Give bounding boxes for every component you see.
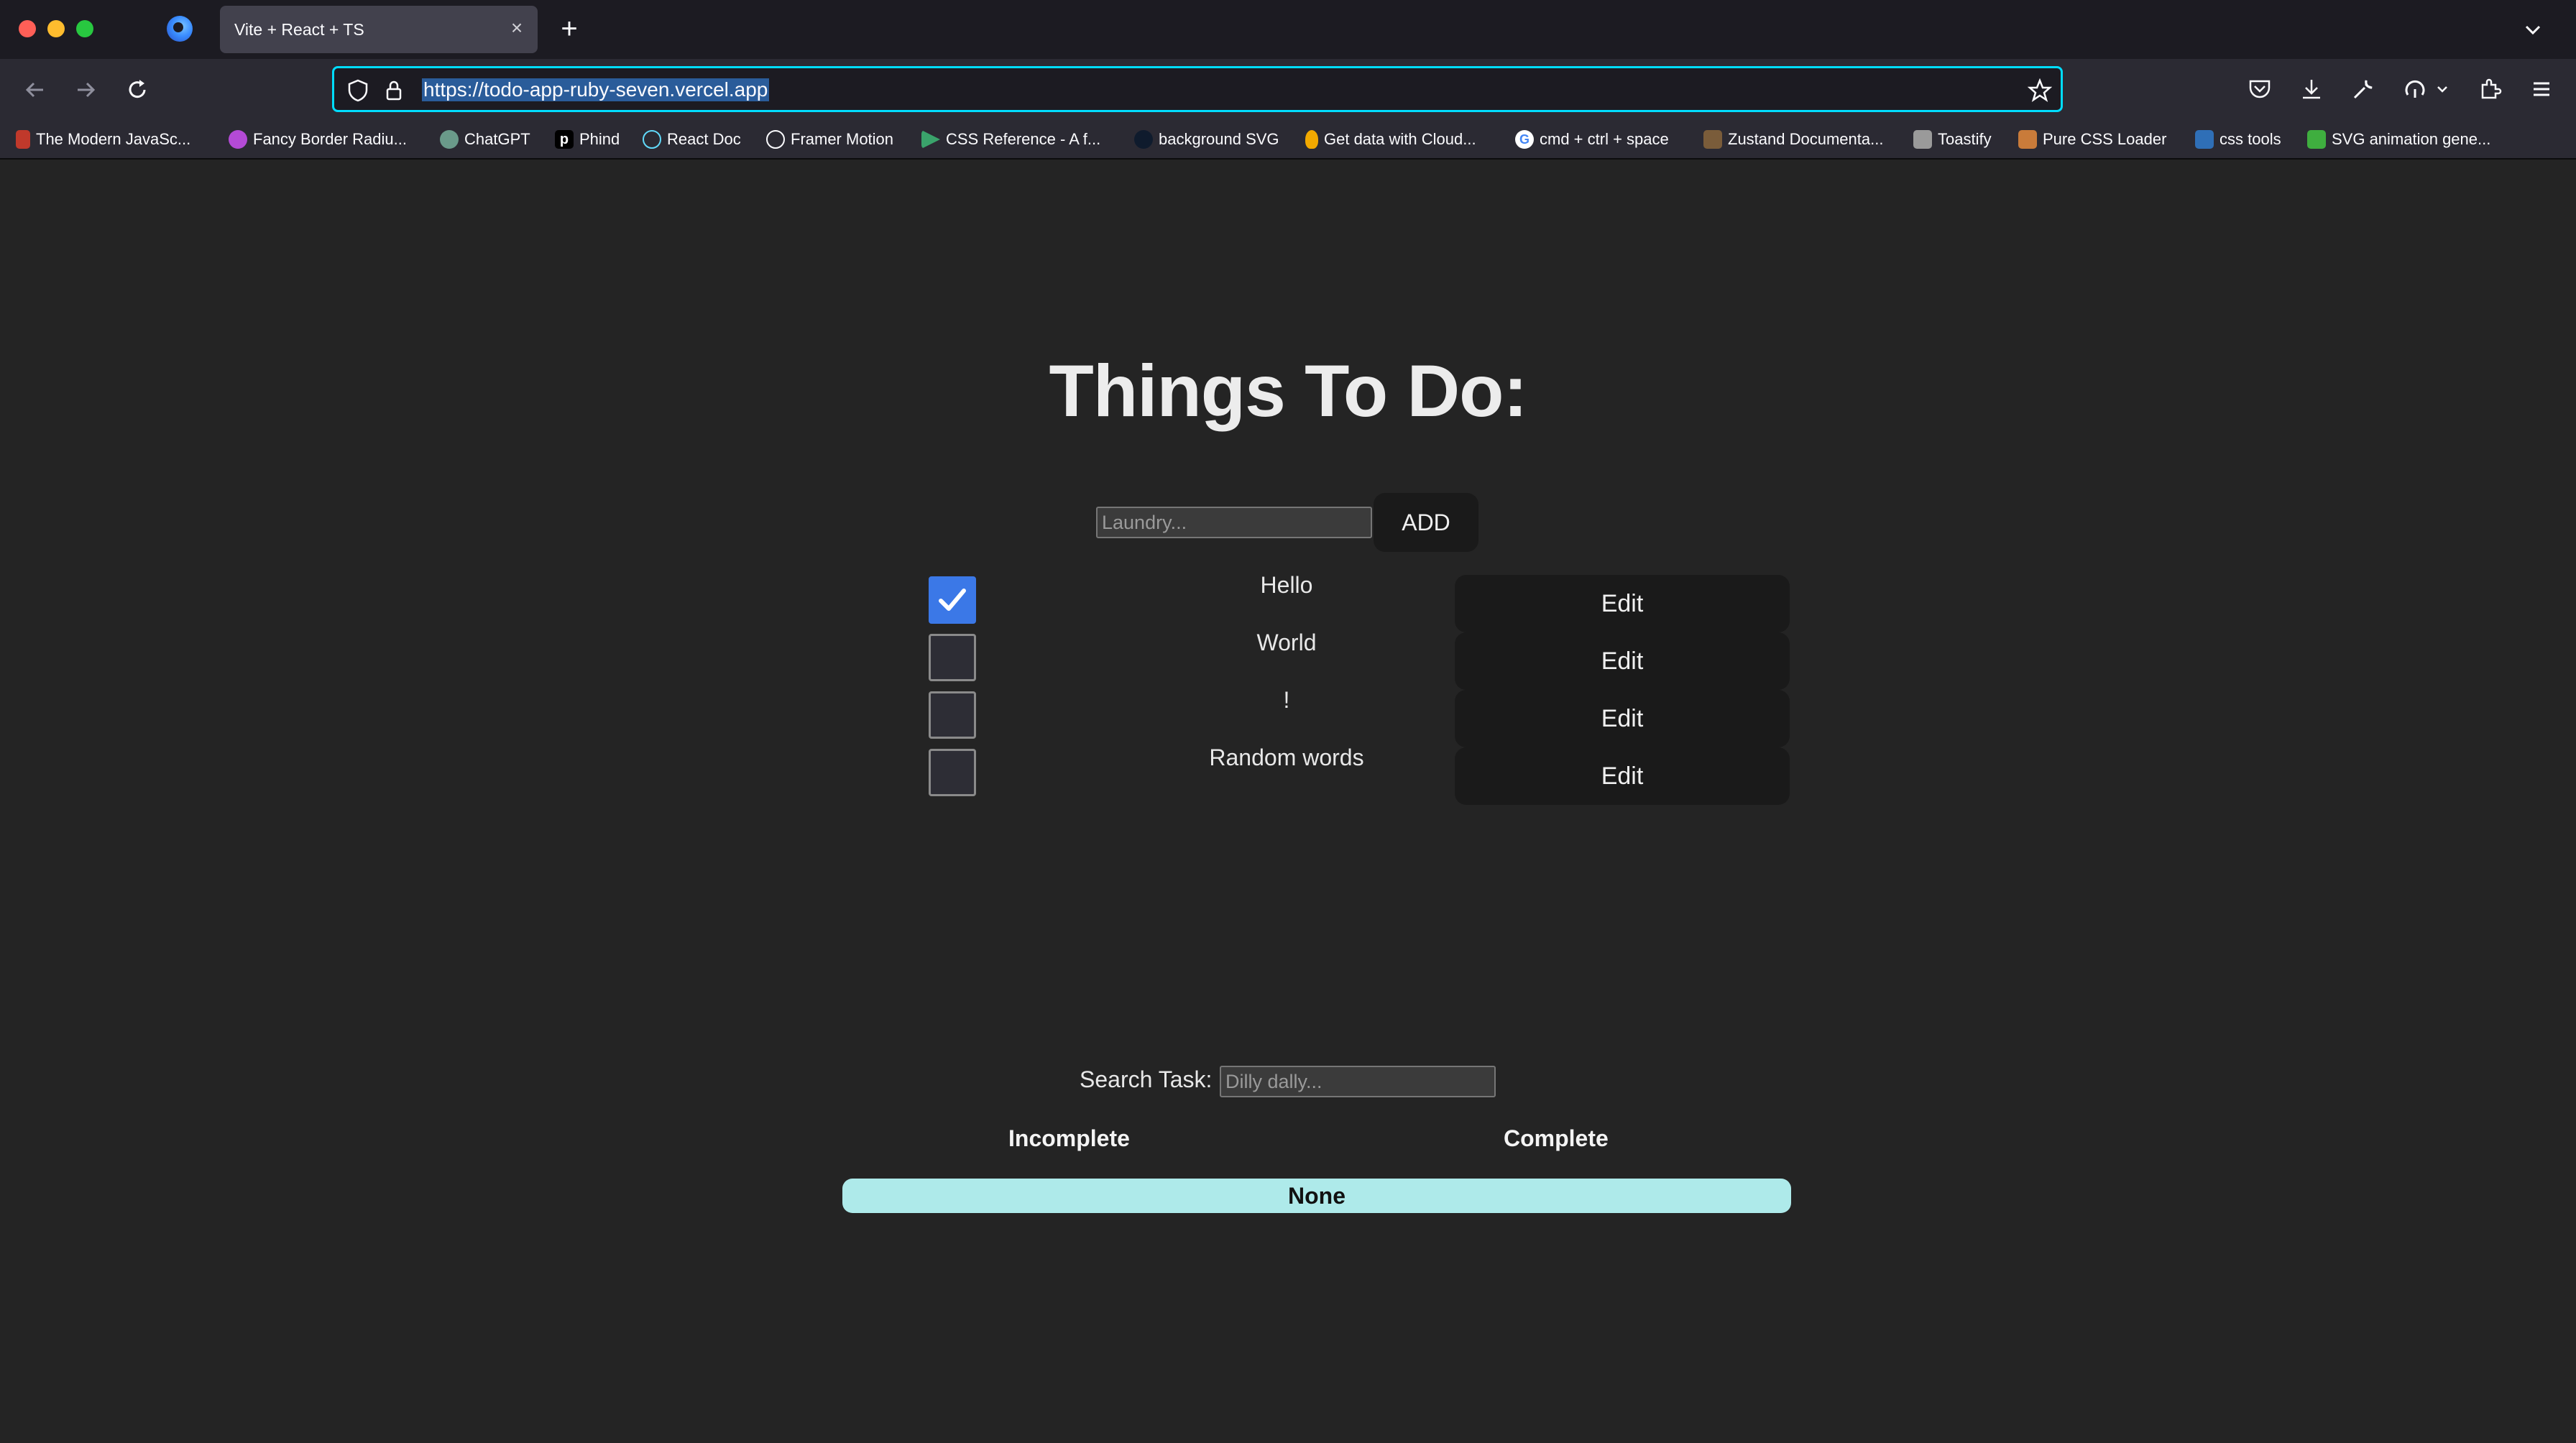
todo-checkbox[interactable] xyxy=(929,749,976,796)
zoom-window-button[interactable] xyxy=(76,20,93,37)
bookmark-label: CSS Reference - A f... xyxy=(946,130,1101,148)
bookmark-item[interactable]: Toastify xyxy=(1913,128,1992,151)
url-text[interactable]: https://todo-app-ruby-seven.vercel.app xyxy=(422,78,770,101)
bookmark-item[interactable]: p Phind xyxy=(555,128,620,151)
forward-arrow-icon[interactable] xyxy=(69,73,102,106)
search-task-input[interactable] xyxy=(1220,1066,1496,1097)
bookmark-item[interactable]: Zustand Documenta... xyxy=(1703,128,1883,151)
bookmark-label: background SVG xyxy=(1159,130,1279,148)
todo-item: Random words Edit xyxy=(0,744,2576,805)
bookmark-label: cmd + ctrl + space xyxy=(1540,130,1669,148)
bookmark-favicon-icon xyxy=(1913,130,1932,149)
react-atom-icon xyxy=(643,130,661,149)
edit-todo-button[interactable]: Edit xyxy=(1455,575,1790,632)
bookmark-label: Pure CSS Loader xyxy=(2043,130,2167,148)
bookmark-label: Phind xyxy=(579,130,620,148)
bookmark-star-icon[interactable] xyxy=(2027,78,2053,103)
bookmark-item[interactable]: ChatGPT xyxy=(440,128,530,151)
reload-icon[interactable] xyxy=(121,73,154,106)
sync-account-icon[interactable] xyxy=(2401,75,2429,103)
bookmark-favicon-icon xyxy=(229,130,247,149)
tab-title: Vite + React + TS xyxy=(234,20,364,39)
bookmark-favicon-icon xyxy=(16,130,30,149)
bookmark-favicon-icon xyxy=(921,130,940,149)
bookmark-label: The Modern JavaSc... xyxy=(36,130,191,148)
extensions-icon[interactable] xyxy=(2475,75,2504,103)
filter-complete[interactable]: Complete xyxy=(1504,1125,1609,1152)
browser-titlebar: Vite + React + TS × + xyxy=(0,0,2576,59)
minimize-window-button[interactable] xyxy=(47,20,65,37)
firefox-view-icon[interactable] xyxy=(167,16,193,42)
bookmark-label: Zustand Documenta... xyxy=(1728,130,1884,148)
url-bar[interactable]: https://todo-app-ruby-seven.vercel.app xyxy=(332,66,2063,112)
todo-text: Random words xyxy=(1209,744,1364,770)
chatgpt-icon xyxy=(440,130,459,149)
add-task-button[interactable]: ADD xyxy=(1374,493,1478,552)
bookmark-label: Toastify xyxy=(1938,130,1992,148)
filter-incomplete[interactable]: Incomplete xyxy=(1008,1125,1130,1152)
edit-todo-button[interactable]: Edit xyxy=(1455,747,1790,805)
todo-item: Hello Edit xyxy=(0,572,2576,632)
search-label: Search Task: xyxy=(1080,1066,1213,1092)
bookmark-item[interactable]: Framer Motion xyxy=(766,128,893,151)
page-title: Things To Do: xyxy=(1049,350,1528,432)
todo-text: World xyxy=(1256,630,1317,655)
todo-checkbox[interactable] xyxy=(929,691,976,739)
bookmark-item[interactable]: css tools xyxy=(2195,128,2281,151)
new-tab-button[interactable]: + xyxy=(553,13,585,45)
page-viewport: Things To Do: ADD Hello Edit World Edit … xyxy=(0,160,2576,1443)
bookmark-label: React Doc xyxy=(667,130,741,148)
bookmarks-toolbar: The Modern JavaSc... Fancy Border Radiu.… xyxy=(0,121,2576,160)
globe-icon xyxy=(766,130,785,149)
bookmark-item[interactable]: The Modern JavaSc... xyxy=(16,128,190,151)
downloads-icon[interactable] xyxy=(2297,75,2326,103)
bookmark-label: Framer Motion xyxy=(791,130,894,148)
bookmark-item[interactable]: background SVG xyxy=(1134,128,1279,151)
browser-tab-active[interactable]: Vite + React + TS × xyxy=(220,6,538,53)
todo-text: Hello xyxy=(1260,572,1313,598)
bookmark-label: css tools xyxy=(2220,130,2281,148)
bookmark-favicon-icon xyxy=(1134,130,1153,149)
bookmark-item[interactable]: Pure CSS Loader xyxy=(2018,128,2166,151)
edit-todo-button[interactable]: Edit xyxy=(1455,632,1790,690)
hamburger-menu-icon[interactable] xyxy=(2527,75,2556,103)
chevron-down-icon[interactable] xyxy=(2434,75,2451,103)
edit-todo-button[interactable]: Edit xyxy=(1455,690,1790,747)
bookmark-item[interactable]: CSS Reference - A f... xyxy=(921,128,1100,151)
wrench-icon[interactable] xyxy=(2349,75,2378,103)
checkmark-icon xyxy=(939,589,966,611)
bookmark-item[interactable]: SVG animation gene... xyxy=(2307,128,2490,151)
tab-close-icon[interactable]: × xyxy=(506,17,528,39)
bookmark-label: SVG animation gene... xyxy=(2332,130,2491,148)
bookmark-item[interactable]: G cmd + ctrl + space xyxy=(1515,128,1669,151)
todo-item: ! Edit xyxy=(0,687,2576,747)
google-icon: G xyxy=(1515,130,1534,149)
filter-none[interactable]: None xyxy=(842,1179,1791,1213)
phind-icon: p xyxy=(555,130,574,149)
list-all-tabs-icon[interactable] xyxy=(2518,16,2547,45)
tracking-protection-shield-icon[interactable] xyxy=(346,78,370,103)
bookmark-label: ChatGPT xyxy=(464,130,530,148)
bookmark-label: Fancy Border Radiu... xyxy=(253,130,407,148)
bookmark-label: Get data with Cloud... xyxy=(1324,130,1476,148)
firebase-flame-icon xyxy=(1305,130,1318,149)
todo-checkbox[interactable] xyxy=(929,634,976,681)
bookmark-item[interactable]: Get data with Cloud... xyxy=(1305,128,1476,151)
lock-icon[interactable] xyxy=(382,78,406,103)
bookmark-item[interactable]: Fancy Border Radiu... xyxy=(229,128,407,151)
todo-item: World Edit xyxy=(0,630,2576,690)
bookmark-item[interactable]: React Doc xyxy=(643,128,741,151)
bookmark-favicon-icon xyxy=(1703,130,1722,149)
pocket-icon[interactable] xyxy=(2245,75,2274,103)
new-task-input[interactable] xyxy=(1096,507,1372,538)
code-icon xyxy=(2195,130,2214,149)
bookmark-favicon-icon xyxy=(2018,130,2037,149)
bookmark-favicon-icon xyxy=(2307,130,2326,149)
todo-text: ! xyxy=(1283,687,1290,713)
back-arrow-icon[interactable] xyxy=(19,73,52,106)
todo-checkbox[interactable] xyxy=(929,576,976,624)
close-window-button[interactable] xyxy=(19,20,36,37)
